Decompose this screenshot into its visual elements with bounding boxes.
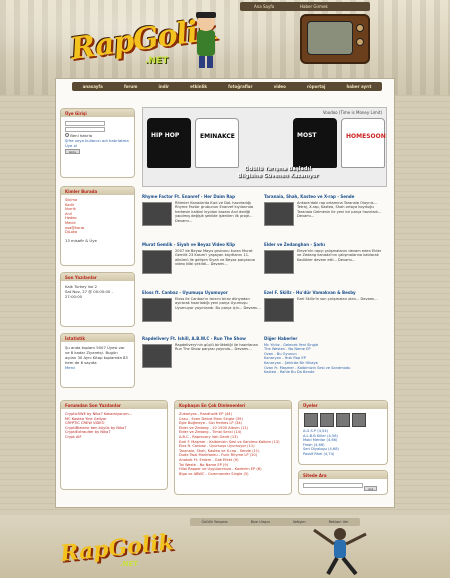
mascot-character bbox=[196, 12, 216, 68]
tv-widget[interactable] bbox=[300, 14, 370, 64]
avatar[interactable] bbox=[352, 413, 366, 427]
news-title[interactable]: Taranaia, Shah, Kasteo ve X-rap - Sende bbox=[264, 194, 384, 200]
other-news-item[interactable]: Kasteo - Rahle Bu Da Bende bbox=[264, 370, 384, 375]
password-input[interactable] bbox=[65, 127, 105, 132]
news-thumbnail[interactable] bbox=[142, 249, 172, 274]
tv-knob bbox=[356, 38, 364, 46]
forum-post[interactable]: Crypt AIF bbox=[65, 435, 163, 440]
news-item: Ezel F. Skillz - Hu'dür Vamakvan & Besby… bbox=[264, 290, 384, 323]
news-thumbnail[interactable] bbox=[142, 343, 172, 368]
search-input[interactable] bbox=[303, 483, 363, 488]
search-box: Sitede Ara Ara bbox=[298, 470, 388, 495]
search-title: Sitede Ara bbox=[299, 471, 387, 479]
top-item[interactable]: Bigo ve ABWC - Commander Single (5) bbox=[179, 472, 287, 477]
members-box: Üyeler A.G.S.P (4,54) A.L.B.B Killer (4,… bbox=[298, 400, 388, 465]
news-thumbnail[interactable] bbox=[264, 201, 294, 226]
nav-interview[interactable]: röportaj bbox=[307, 84, 325, 89]
online-user[interactable]: DjLoka bbox=[65, 230, 130, 235]
news-thumbnail[interactable] bbox=[264, 297, 294, 322]
news-title[interactable]: Ezel F. Skillz - Hu'dür Vamakvan & Besby bbox=[264, 290, 384, 296]
top-link-bar: Ana Sayfa Haber Girmek bbox=[240, 2, 370, 11]
news-item: Rhyme Factor Ft. Enanref - Her Daim Rap … bbox=[142, 194, 262, 227]
remember-checkbox[interactable] bbox=[65, 133, 69, 137]
news-title[interactable]: Rhyme Factor Ft. Enanref - Her Daim Rap bbox=[142, 194, 262, 200]
promo-banner[interactable]: Voodoo (Time is Money Limit) HIP HOP EMI… bbox=[142, 107, 387, 187]
news-title[interactable]: Elder ve Zedanghan - Şarkı bbox=[264, 242, 384, 248]
login-title: Üye Girişi bbox=[61, 109, 134, 117]
tshirt-image: MOST bbox=[293, 118, 337, 168]
news-item: Murat Gemlik - Siyah ve Beyaz Video Klip… bbox=[142, 242, 262, 275]
news-item: Rapdelivery Ft. Ishill, A.B.W.C - Run Th… bbox=[142, 336, 262, 369]
stats-user[interactable]: Merci bbox=[65, 365, 130, 370]
footer-logo-suffix: .NET bbox=[120, 560, 139, 568]
news-thumbnail[interactable] bbox=[264, 249, 294, 274]
news-item: Eloss ft. Canbaz - Uyumuşu Uyumuyor Elos… bbox=[142, 290, 262, 323]
top-title: Kopbaşın En Çok Dinlenenleri bbox=[175, 401, 291, 409]
tv-knob bbox=[356, 24, 364, 32]
avatar[interactable] bbox=[304, 413, 318, 427]
news-thumbnail[interactable] bbox=[142, 297, 172, 322]
member-item[interactable]: Passif Rhei (4,74) bbox=[303, 452, 383, 457]
tshirt-image: HOMESOON bbox=[341, 118, 386, 168]
breakdancer-image bbox=[313, 528, 367, 575]
login-box: Üye Girişi Beni hatırla Şifre veya kulla… bbox=[60, 108, 135, 178]
nav-news-submit[interactable]: haber ayrıt bbox=[346, 84, 371, 89]
avatar[interactable] bbox=[336, 413, 350, 427]
login-button[interactable]: Giriş bbox=[65, 149, 80, 154]
avatar[interactable] bbox=[320, 413, 334, 427]
news-title[interactable]: Murat Gemlik - Siyah ve Beyaz Video Klip bbox=[142, 242, 262, 248]
nav-home[interactable]: anasayfa bbox=[83, 84, 103, 89]
news-item: Elder ve Zedanghan - Şarkı Eleve'nin rap… bbox=[264, 242, 384, 275]
banner-caption: Ödüllü Yarışma Başladı! Bilgisine Güvene… bbox=[237, 166, 319, 179]
nav-forum[interactable]: forum bbox=[124, 84, 137, 89]
nav-download[interactable]: indir bbox=[159, 84, 169, 89]
stats-text: Şu anda toplam 5007 Üyesi var ve 8 kadar… bbox=[65, 345, 128, 365]
top-link-submit-news[interactable]: Haber Girmek bbox=[300, 4, 328, 9]
banner-title: Voodoo (Time is Money Limit) bbox=[322, 110, 382, 115]
members-title: Üyeler bbox=[299, 401, 387, 409]
forum-box: Forumdan Son Yazılanlar CrypticSWE by Ni… bbox=[60, 400, 168, 490]
online-users-box: Kimler Burada Sikimo Kadir Nurrik Anil H… bbox=[60, 186, 135, 266]
nav-photos[interactable]: fotoğraflar bbox=[228, 84, 252, 89]
main-nav: anasayfa forum indir etkinlik fotoğrafla… bbox=[72, 82, 382, 91]
lastposts-title: Son Yazılanlar bbox=[61, 273, 134, 281]
last-posts-box: Son Yazılanlar Kalk Turkey Vol 2 Sat Nov… bbox=[60, 272, 135, 327]
online-count: 13 misafir & Üye bbox=[65, 237, 97, 243]
tshirt-image: EMINAKCE bbox=[195, 118, 239, 168]
news-title[interactable]: Rapdelivery Ft. Ishill, A.B.W.C - Run Th… bbox=[142, 336, 262, 342]
other-news: Diğer Haberler Mc Yıldız - Gelecek Yeni … bbox=[264, 336, 384, 375]
other-news-title: Diğer Haberler bbox=[264, 336, 298, 341]
tshirt-image: HIP HOP bbox=[147, 118, 191, 168]
stats-box: İstatistik Şu anda toplam 5007 Üyesi var… bbox=[60, 333, 135, 388]
search-button[interactable]: Ara bbox=[364, 486, 378, 491]
username-input[interactable] bbox=[65, 121, 105, 126]
register-link[interactable]: Üye ol bbox=[65, 143, 130, 148]
footer-link[interactable]: Ödüllü Yarışma bbox=[202, 520, 228, 524]
nav-video[interactable]: video bbox=[274, 84, 286, 89]
logo-suffix: .NET bbox=[145, 56, 169, 66]
forum-title: Forumdan Son Yazılanlar bbox=[61, 401, 167, 409]
top-listened-box: Kopbaşın En Çok Dinlenenleri Zukoriyos -… bbox=[174, 400, 292, 495]
news-item: Taranaia, Shah, Kasteo ve X-rap - Sende … bbox=[264, 194, 384, 227]
top-link-home[interactable]: Ana Sayfa bbox=[254, 4, 274, 9]
lastposts-text: Kalk Turkey Vol 2 Sat Nov, 27 @ 00:00:00… bbox=[65, 284, 113, 299]
footer-link[interactable]: Bize Ulaşın bbox=[251, 520, 270, 524]
online-title: Kimler Burada bbox=[61, 187, 134, 195]
news-title[interactable]: Eloss ft. Canbaz - Uyumuşu Uyumuyor bbox=[142, 290, 262, 296]
stats-title: İstatistik bbox=[61, 334, 134, 342]
news-thumbnail[interactable] bbox=[142, 201, 172, 226]
tv-screen bbox=[307, 21, 353, 55]
nav-events[interactable]: etkinlik bbox=[190, 84, 207, 89]
